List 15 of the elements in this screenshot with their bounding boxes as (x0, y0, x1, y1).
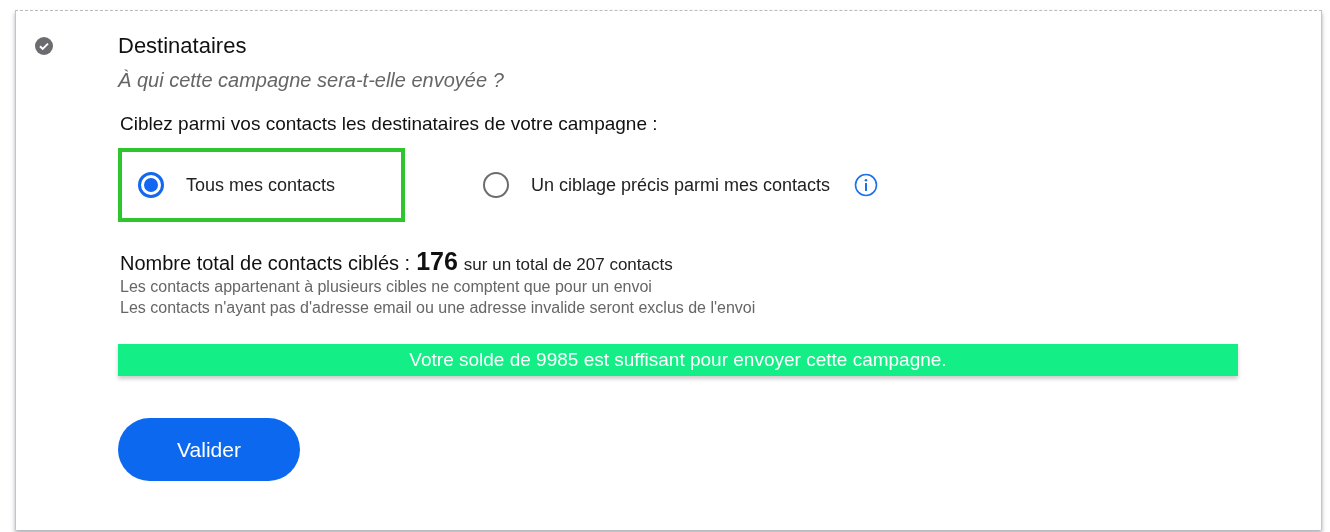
radio-button[interactable] (138, 172, 164, 198)
radio-button[interactable] (483, 172, 509, 198)
section-subtitle: À qui cette campagne sera-t-elle envoyée ? (118, 69, 505, 92)
note-text: Les contacts appartenant à plusieurs cibles ne comptent que pour un envoi (120, 277, 653, 297)
note-text: Les contacts n'ayant pas d'adresse email ou une adresse invalide seront exclus de l'envoi (120, 298, 757, 318)
total-label: Nombre total de contacts ciblés : (120, 252, 411, 275)
total-count: 176 (416, 247, 458, 276)
total-suffix: sur un total de 207 contacts (463, 255, 673, 275)
validate-button[interactable]: Valider (118, 418, 300, 481)
section-title: Destinataires (118, 33, 248, 59)
info-icon[interactable] (854, 173, 879, 197)
balance-banner: Votre solde de 9985 est suffisant pour envoyer cette campagne. (118, 344, 1238, 376)
targeting-prompt: Ciblez parmi vos contacts les destinataires de votre campagne : (120, 113, 659, 135)
option-label[interactable]: Tous mes contacts (186, 174, 336, 196)
option-label[interactable]: Un ciblage précis parmi mes contacts (531, 174, 831, 196)
